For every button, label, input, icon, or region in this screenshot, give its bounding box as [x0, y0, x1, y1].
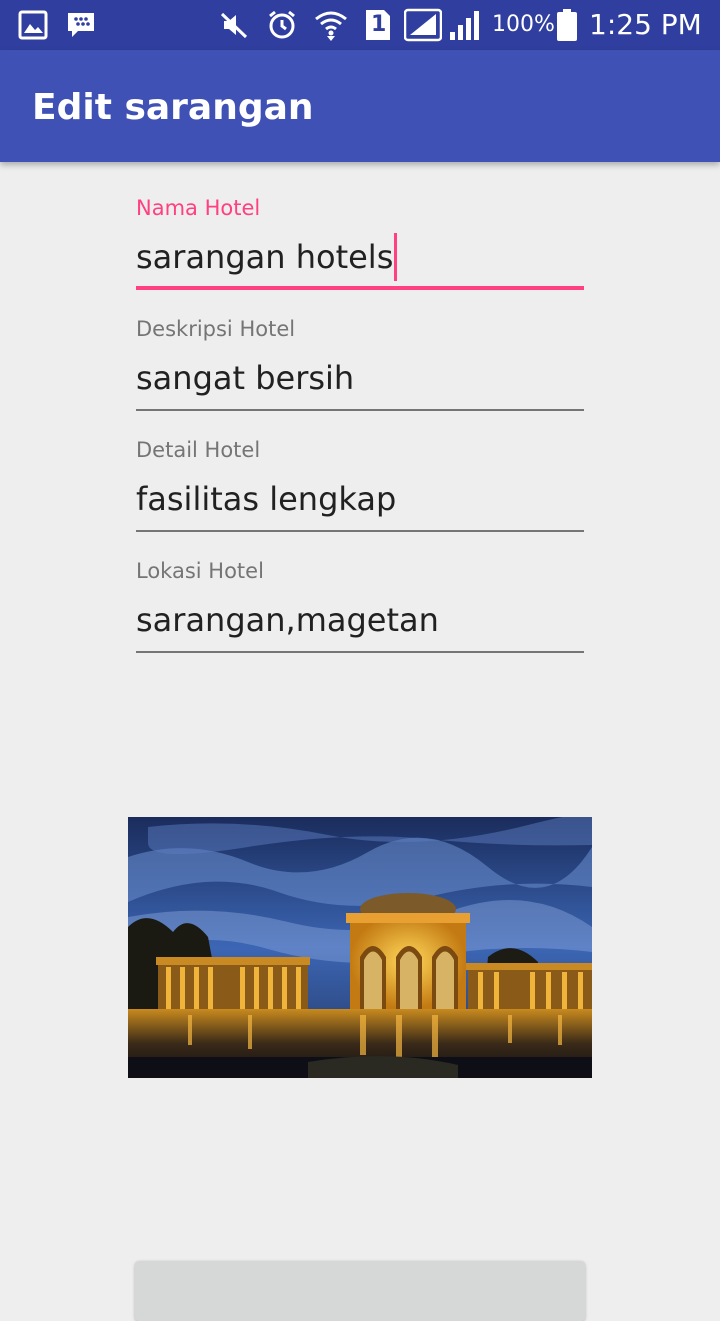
page-title: Edit sarangan: [32, 87, 314, 128]
battery-icon: [556, 0, 578, 50]
nama-hotel-label: Nama Hotel: [136, 196, 261, 220]
bbm-icon: [66, 0, 96, 50]
deskripsi-hotel-label: Deskripsi Hotel: [136, 317, 296, 341]
lokasi-hotel-input[interactable]: sarangan,magetan: [136, 595, 584, 645]
mute-icon: [218, 0, 250, 50]
status-bar: 1 100% 1:25 PM: [0, 0, 720, 50]
nama-hotel-input[interactable]: sarangan hotels: [136, 232, 584, 282]
gallery-icon: [18, 0, 48, 50]
lokasi-hotel-underline: [136, 651, 584, 653]
wifi-icon: [314, 0, 348, 50]
deskripsi-hotel-input[interactable]: sangat bersih: [136, 353, 584, 403]
detail-hotel-underline: [136, 530, 584, 532]
lokasi-hotel-label: Lokasi Hotel: [136, 559, 264, 583]
battery-percent: 100%: [492, 12, 555, 37]
save-button[interactable]: [135, 1261, 585, 1321]
hotel-image[interactable]: [128, 817, 592, 1078]
signal-icon: [448, 0, 482, 50]
detail-hotel-value: fasilitas lengkap: [136, 480, 397, 518]
deskripsi-hotel-value: sangat bersih: [136, 359, 355, 397]
clock: 1:25 PM: [589, 8, 702, 41]
nama-hotel-value: sarangan hotels: [136, 238, 394, 276]
app-bar: Edit sarangan: [0, 50, 720, 162]
detail-hotel-label: Detail Hotel: [136, 438, 261, 462]
lokasi-hotel-value: sarangan,magetan: [136, 601, 439, 639]
nama-hotel-underline: [136, 286, 584, 290]
text-cursor: [394, 233, 398, 281]
deskripsi-hotel-underline: [136, 409, 584, 411]
signal-icon: [404, 0, 442, 50]
sim-slot-number: 1: [371, 12, 387, 37]
alarm-icon: [266, 0, 298, 50]
detail-hotel-input[interactable]: fasilitas lengkap: [136, 474, 584, 524]
